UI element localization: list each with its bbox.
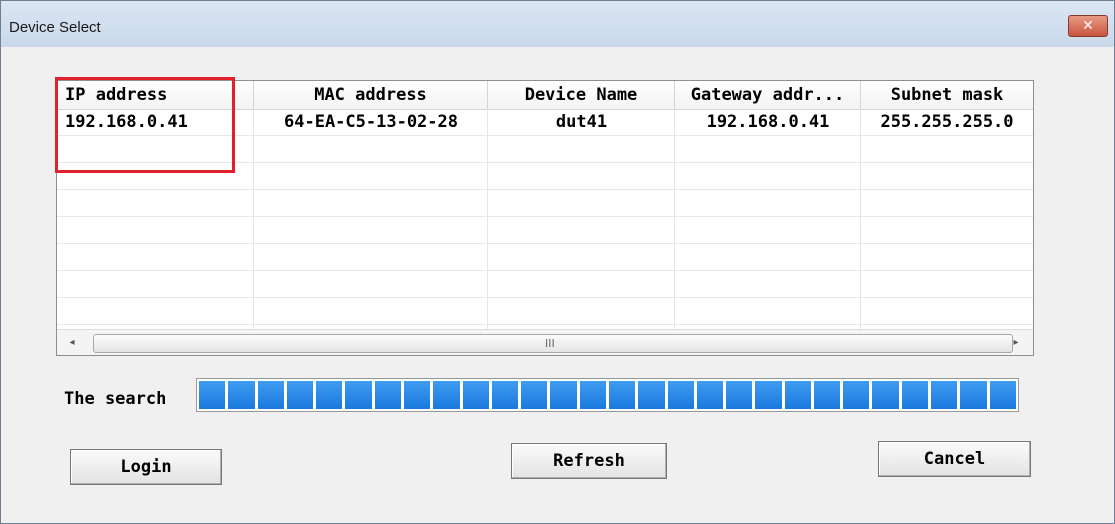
cell-gateway: 192.168.0.41 [706, 112, 830, 132]
scrollbar-thumb[interactable]: III [93, 334, 1013, 353]
progress-segment [696, 381, 724, 409]
column-header-gateway[interactable]: Gateway addr... [675, 81, 861, 109]
progress-segment [345, 381, 372, 409]
progress-segment [579, 381, 606, 409]
progress-segment [462, 381, 489, 409]
empty-row [57, 190, 1033, 217]
search-label: The search [64, 389, 167, 409]
progress-segment [813, 381, 841, 409]
column-header-mac[interactable]: MAC address [254, 81, 488, 109]
grip-icon: III [545, 337, 555, 350]
progress-segment [608, 381, 636, 409]
title-bar[interactable]: Device Select ✕ [1, 1, 1114, 47]
column-header-device-name[interactable]: Device Name [488, 81, 675, 109]
cell-mac: 64-EA-C5-13-02-28 [284, 112, 458, 132]
empty-row [57, 244, 1033, 271]
progress-segment [199, 381, 226, 409]
progress-segment [638, 381, 665, 409]
login-button[interactable]: Login [70, 449, 222, 485]
progress-segment [491, 381, 519, 409]
progress-segment [433, 381, 460, 409]
progress-segment [755, 381, 782, 409]
progress-segment [872, 381, 899, 409]
column-header-subnet[interactable]: Subnet mask [861, 81, 1033, 109]
close-button[interactable]: ✕ [1068, 15, 1108, 37]
progress-segment [843, 381, 870, 409]
progress-segment [550, 381, 577, 409]
scroll-right-icon[interactable]: ▸ [1007, 334, 1025, 352]
progress-segment [228, 381, 255, 409]
cell-device-name: dut41 [555, 112, 608, 132]
progress-segment [931, 381, 958, 409]
close-icon: ✕ [1082, 18, 1094, 34]
progress-segment [286, 381, 314, 409]
progress-segment [521, 381, 548, 409]
empty-row [57, 298, 1033, 325]
scroll-left-icon[interactable]: ◂ [63, 334, 81, 352]
progress-segment [989, 381, 1016, 409]
progress-segment [960, 381, 987, 409]
progress-segment [667, 381, 694, 409]
cell-subnet: 255.255.255.0 [880, 112, 1014, 132]
window-title: Device Select [9, 19, 101, 36]
progress-segment [257, 381, 284, 409]
cancel-button[interactable]: Cancel [878, 441, 1031, 477]
empty-row [57, 271, 1033, 298]
progress-segment [901, 381, 929, 409]
progress-segment [374, 381, 401, 409]
progress-segment [403, 381, 431, 409]
progress-segment [316, 381, 343, 409]
refresh-button[interactable]: Refresh [511, 443, 667, 479]
horizontal-scrollbar[interactable]: ◂ III ▸ [57, 329, 1033, 355]
empty-row [57, 217, 1033, 244]
search-progress-bar [196, 378, 1019, 412]
progress-segment [726, 381, 753, 409]
highlight-box [55, 77, 235, 173]
progress-segment [784, 381, 811, 409]
